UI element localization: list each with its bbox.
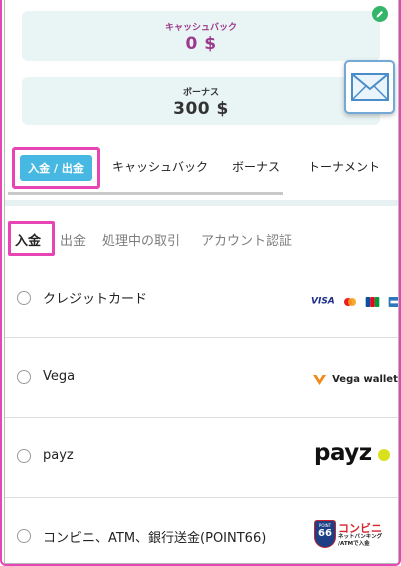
subtab-deposit-label: 入金 (15, 234, 42, 249)
payz-logo: payz (314, 440, 390, 466)
tab-tournament[interactable]: トーナメント (308, 158, 380, 175)
payment-method-konbini[interactable]: コンビニ、ATM、銀行送金(POINT66) POINT 66 コンビニ ネット… (5, 498, 399, 564)
vega-wallet-text: Vega wallet (332, 374, 398, 385)
payment-method-name: コンビニ、ATM、銀行送金(POINT66) (43, 531, 267, 546)
payment-method-vega[interactable]: Vega Vega wallet (5, 338, 399, 418)
card-brands-logo: VISA (311, 291, 399, 310)
bonus-label: ボーナス (182, 88, 219, 98)
payment-method-payz[interactable]: payz payz (5, 418, 399, 498)
subtab-deposit[interactable]: 入金 (8, 221, 55, 256)
amex-icon (388, 296, 399, 307)
cashback-amount: 0 $ (185, 34, 217, 54)
payment-method-name: クレジットカード (43, 292, 148, 307)
cashback-balance-card: キャッシュバック 0 $ (22, 11, 380, 61)
divider (5, 200, 399, 206)
konbini-subtext: ネットバンキング /ATMで入金 (338, 534, 383, 547)
vega-v-icon (313, 374, 326, 385)
vega-wallet-logo: Vega wallet (312, 369, 398, 388)
envelope-icon (350, 73, 389, 101)
visa-logo: VISA (311, 296, 335, 307)
mail-button[interactable] (344, 60, 395, 114)
radio-credit-card[interactable] (17, 291, 31, 305)
tabs-scroll-indicator (8, 192, 283, 195)
sixty-six-label: 66 (318, 528, 332, 539)
radio-vega[interactable] (17, 370, 31, 384)
jcb-icon (365, 296, 380, 307)
subtab-pending[interactable]: 処理中の取引 (102, 230, 180, 249)
subtab-withdraw[interactable]: 出金 (60, 230, 86, 249)
payz-dot-icon (377, 449, 390, 461)
account-panel: キャッシュバック 0 $ ボーナス 300 $ 入金 / 出金 キャッシュバック… (0, 0, 401, 566)
payment-method-name: payz (43, 448, 74, 463)
tab-cashback[interactable]: キャッシュバック (112, 158, 208, 175)
payment-method-credit-card[interactable]: クレジットカード VISA (5, 258, 399, 338)
subtab-verification[interactable]: アカウント認証 (201, 230, 292, 249)
radio-payz[interactable] (17, 449, 31, 463)
tab-deposit-withdraw[interactable]: 入金 / 出金 (12, 147, 100, 189)
main-tabs: 入金 / 出金 キャッシュバック ボーナス トーナメント (5, 145, 399, 197)
point66-shield-icon: POINT 66 (314, 520, 336, 548)
radio-konbini[interactable] (17, 529, 31, 543)
mastercard-icon (343, 297, 356, 306)
tab-deposit-withdraw-label: 入金 / 出金 (20, 155, 92, 181)
bonus-amount: 300 $ (173, 99, 229, 119)
payment-method-name: Vega (43, 369, 76, 384)
sub-tabs: 入金 出金 処理中の取引 アカウント認証 (5, 218, 399, 258)
bonus-balance-card: ボーナス 300 $ (22, 77, 380, 125)
konbini-logo: POINT 66 コンビニ ネットバンキング /ATMで入金 (314, 520, 389, 552)
cashback-label: キャッシュバック (164, 23, 237, 33)
pencil-icon[interactable] (372, 6, 388, 22)
tab-bonus[interactable]: ボーナス (232, 158, 280, 175)
payz-logo-text: payz (314, 440, 372, 466)
